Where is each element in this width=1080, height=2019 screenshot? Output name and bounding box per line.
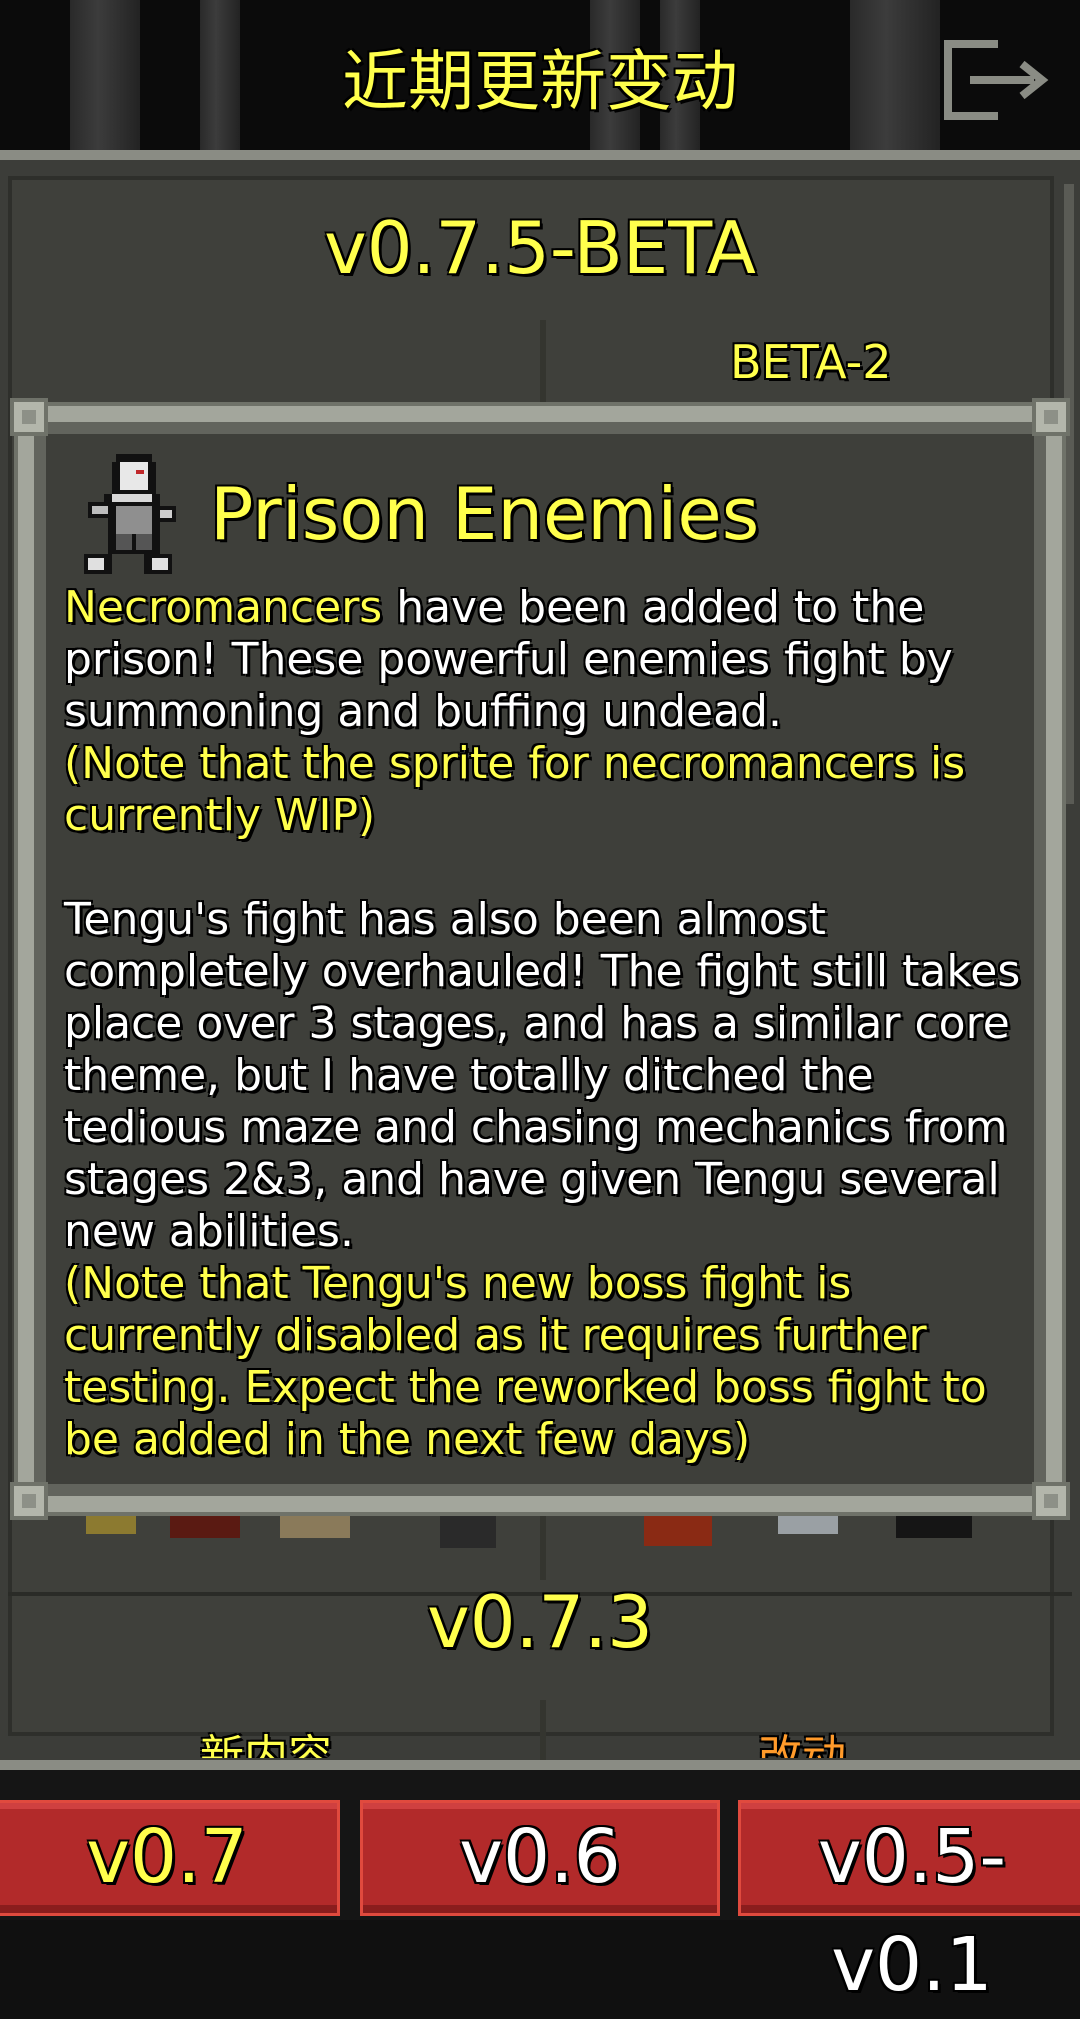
tab-v0-6[interactable]: v0.6 [360, 1800, 720, 1916]
version-heading-previous: v0.7.3 [427, 1580, 653, 1664]
page-title: 近期更新变动 [342, 43, 738, 120]
tab-label: v0.5-v0.1 [817, 1814, 1007, 2008]
note-necromancers: (Note that the sprite for necromancers i… [64, 738, 966, 841]
version-tab-bar: v0.7 v0.6 v0.5-v0.1 [0, 1760, 1080, 2008]
column-divider [540, 1700, 546, 1760]
frame-corner [1032, 398, 1070, 436]
frame-corner [10, 1482, 48, 1520]
column-divider [540, 1510, 546, 1580]
necromancer-sprite-icon [84, 454, 176, 574]
column-label-new: 新内容 [200, 1731, 332, 1758]
tab-label: v0.6 [459, 1814, 621, 1900]
item-sprite-icon[interactable] [440, 1512, 496, 1548]
window-description: Necromancers have been added to the pris… [64, 582, 1034, 1466]
change-detail-window[interactable]: Prison Enemies Necromancers have been ad… [10, 398, 1070, 1520]
window-title: Prison Enemies [210, 472, 760, 556]
paragraph-necromancers: Necromancers have been added to the pris… [64, 582, 1034, 738]
note-tengu: (Note that Tengu's new boss fight is cur… [64, 1258, 987, 1465]
paragraph-tengu: Tengu's fight has also been almost compl… [64, 894, 1021, 1257]
version-heading-current: v0.7.5-BETA [324, 206, 756, 290]
exit-button[interactable] [942, 38, 1052, 122]
header-bar: 近期更新变动 [0, 0, 1080, 150]
highlight-necromancers: Necromancers [64, 582, 383, 633]
tab-v0-7[interactable]: v0.7 [0, 1800, 340, 1916]
exit-door-icon [944, 40, 1049, 120]
beta-label: BETA-2 [730, 335, 892, 389]
tab-v0-5-v0-1[interactable]: v0.5-v0.1 [738, 1800, 1080, 2008]
column-label-changes: 改动 [758, 1731, 846, 1758]
tab-label: v0.7 [86, 1814, 248, 1900]
item-sprite-icon[interactable] [644, 1512, 712, 1546]
frame-corner [1032, 1482, 1070, 1520]
frame-corner [10, 398, 48, 436]
